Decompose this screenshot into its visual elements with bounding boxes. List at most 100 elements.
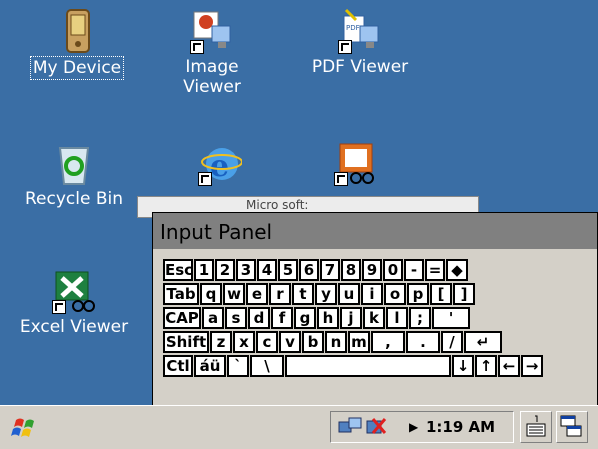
- key-tab[interactable]: Tab: [163, 283, 199, 305]
- key-1[interactable]: 1: [194, 259, 214, 281]
- input-panel-title: Input Panel: [160, 220, 273, 244]
- key-backslash[interactable]: \: [250, 355, 284, 377]
- key-h[interactable]: h: [317, 307, 339, 329]
- icon-label: Excel Viewer: [19, 317, 129, 337]
- key-f[interactable]: f: [271, 307, 293, 329]
- key-period[interactable]: .: [406, 331, 440, 353]
- input-panel-button[interactable]: [520, 411, 552, 443]
- key-r[interactable]: r: [269, 283, 291, 305]
- key-left-arrow[interactable]: ←: [498, 355, 520, 377]
- key-minus[interactable]: -: [404, 259, 424, 281]
- key-esc[interactable]: Esc: [163, 259, 193, 281]
- my-device-shortcut[interactable]: My Device: [22, 8, 132, 80]
- key-e[interactable]: e: [246, 283, 268, 305]
- soft-keyboard: Esc 1 2 3 4 5 6 7 8 9 0 - = ◆ Tab q w e …: [163, 259, 598, 379]
- key-q[interactable]: q: [200, 283, 222, 305]
- shortcut-arrow-icon: [338, 40, 352, 54]
- key-7[interactable]: 7: [320, 259, 340, 281]
- key-s[interactable]: s: [225, 307, 247, 329]
- key-g[interactable]: g: [294, 307, 316, 329]
- key-down-arrow[interactable]: ↓: [452, 355, 474, 377]
- excel-viewer-icon: [52, 268, 96, 314]
- key-j[interactable]: j: [340, 307, 362, 329]
- key-l[interactable]: l: [386, 307, 408, 329]
- key-shift[interactable]: Shift: [163, 331, 209, 353]
- key-comma[interactable]: ,: [371, 331, 405, 353]
- key-4[interactable]: 4: [257, 259, 277, 281]
- key-o[interactable]: o: [384, 283, 406, 305]
- key-i[interactable]: i: [361, 283, 383, 305]
- system-tray: ▶ 1:19 AM: [330, 411, 514, 443]
- show-desktop-button[interactable]: [556, 411, 588, 443]
- key-0[interactable]: 0: [383, 259, 403, 281]
- key-up-arrow[interactable]: ↑: [475, 355, 497, 377]
- input-panel-titlebar[interactable]: Input Panel: [153, 213, 597, 249]
- tray-expand-icon[interactable]: ▶: [409, 420, 418, 434]
- key-p[interactable]: p: [407, 283, 429, 305]
- windows-flag-icon: [11, 418, 34, 437]
- internet-explorer-icon: e: [198, 140, 243, 186]
- image-viewer-icon: [190, 8, 234, 54]
- presentation-viewer-icon: [334, 140, 378, 186]
- pda-icon: [55, 8, 99, 54]
- key-n[interactable]: n: [325, 331, 347, 353]
- key-right-arrow[interactable]: →: [521, 355, 543, 377]
- key-right-bracket[interactable]: ]: [453, 283, 475, 305]
- icon-label: Recycle Bin: [24, 189, 123, 209]
- network-icon[interactable]: [337, 416, 365, 438]
- key-v[interactable]: v: [279, 331, 301, 353]
- shortcut-arrow-icon: [198, 172, 212, 186]
- key-caps[interactable]: CAP: [163, 307, 201, 329]
- key-semicolon[interactable]: ;: [409, 307, 431, 329]
- key-c[interactable]: c: [256, 331, 278, 353]
- icon-label: PDF Viewer: [311, 57, 409, 77]
- icon-label: Image Viewer: [183, 57, 241, 97]
- key-k[interactable]: k: [363, 307, 385, 329]
- key-equals[interactable]: =: [425, 259, 445, 281]
- start-button[interactable]: [10, 414, 42, 442]
- key-5[interactable]: 5: [278, 259, 298, 281]
- key-b[interactable]: b: [302, 331, 324, 353]
- disconnected-icon[interactable]: [363, 415, 393, 439]
- background-window-text: Micro soft:: [246, 198, 309, 212]
- image-viewer-shortcut[interactable]: Image Viewer: [172, 8, 252, 98]
- keyboard-row-1: Esc 1 2 3 4 5 6 7 8 9 0 - = ◆: [163, 259, 598, 281]
- key-w[interactable]: w: [223, 283, 245, 305]
- key-backspace[interactable]: ◆: [446, 259, 468, 281]
- pdf-viewer-shortcut[interactable]: PDF PDF Viewer: [290, 8, 430, 78]
- key-quote[interactable]: ': [432, 307, 470, 329]
- key-space[interactable]: [285, 355, 451, 377]
- recycle-bin-icon: [52, 140, 96, 186]
- keyboard-row-2: Tab q w e r t y u i o p [ ]: [163, 283, 598, 305]
- key-6[interactable]: 6: [299, 259, 319, 281]
- key-m[interactable]: m: [348, 331, 370, 353]
- keyboard-row-4: Shift z x c v b n m , . / ↵: [163, 331, 598, 353]
- key-3[interactable]: 3: [236, 259, 256, 281]
- key-8[interactable]: 8: [341, 259, 361, 281]
- clock[interactable]: 1:19 AM: [426, 418, 495, 436]
- keyboard-icon: [526, 415, 546, 437]
- key-t[interactable]: t: [292, 283, 314, 305]
- taskbar: ▶ 1:19 AM: [0, 405, 598, 449]
- key-u[interactable]: u: [338, 283, 360, 305]
- key-x[interactable]: x: [233, 331, 255, 353]
- pdf-viewer-icon: PDF: [338, 8, 382, 54]
- key-slash[interactable]: /: [441, 331, 463, 353]
- key-2[interactable]: 2: [215, 259, 235, 281]
- key-a[interactable]: a: [202, 307, 224, 329]
- key-left-bracket[interactable]: [: [430, 283, 452, 305]
- input-panel[interactable]: Input Panel Esc 1 2 3 4 5 6 7 8 9 0 - = …: [152, 212, 598, 406]
- key-enter[interactable]: ↵: [464, 331, 502, 353]
- key-9[interactable]: 9: [362, 259, 382, 281]
- shortcut-arrow-icon: [52, 300, 66, 314]
- key-y[interactable]: y: [315, 283, 337, 305]
- recycle-bin[interactable]: Recycle Bin: [14, 140, 134, 210]
- svg-text:PDF: PDF: [346, 24, 360, 32]
- shortcut-arrow-icon: [190, 40, 204, 54]
- key-international[interactable]: áü: [194, 355, 226, 377]
- key-backtick[interactable]: `: [227, 355, 249, 377]
- key-d[interactable]: d: [248, 307, 270, 329]
- excel-viewer-shortcut[interactable]: Excel Viewer: [6, 268, 142, 338]
- key-ctrl[interactable]: Ctl: [163, 355, 193, 377]
- key-z[interactable]: z: [210, 331, 232, 353]
